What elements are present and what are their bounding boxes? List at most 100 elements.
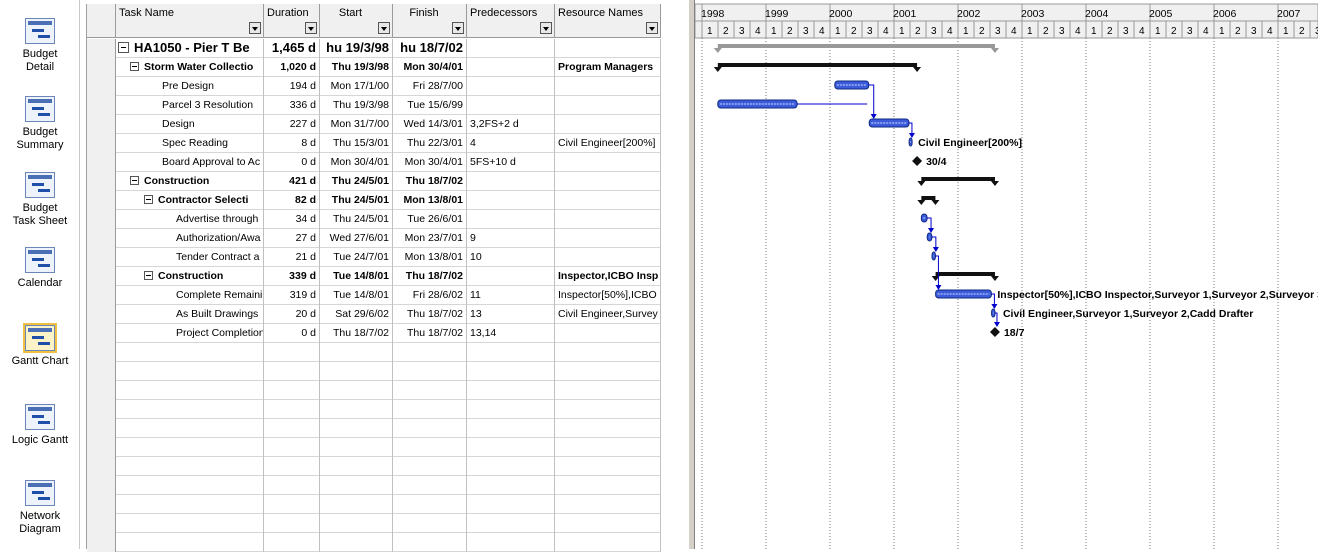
view-budget-summary[interactable]: Budget Summary [0,96,80,152]
cell-res[interactable] [555,419,661,438]
cell-duration[interactable]: 0 d [264,324,320,343]
cell-finish[interactable] [393,514,467,533]
row-id[interactable] [87,476,116,495]
cell-res[interactable] [555,438,661,457]
cell-finish[interactable] [393,457,467,476]
cell-res[interactable] [555,495,661,514]
cell-res[interactable] [555,248,661,267]
table-row[interactable]: Parcel 3 Resolution 336 d Thu 19/3/98 Tue 1… [87,96,661,115]
cell-finish[interactable]: Mon 13/8/01 [393,191,467,210]
cell-res[interactable] [555,191,661,210]
cell-start[interactable] [320,381,393,400]
cell-duration[interactable]: 8 d [264,134,320,153]
row-id[interactable] [87,514,116,533]
row-id[interactable] [87,286,116,305]
cell-duration[interactable] [264,514,320,533]
cell-start[interactable] [320,457,393,476]
cell-pred[interactable] [467,381,555,400]
cell-res[interactable] [555,514,661,533]
row-id[interactable] [87,381,116,400]
cell-duration[interactable]: 82 d [264,191,320,210]
cell-finish[interactable]: Tue 15/6/99 [393,96,467,115]
cell-duration[interactable]: 27 d [264,229,320,248]
cell-duration[interactable] [264,362,320,381]
cell-res[interactable] [555,381,661,400]
cell-finish[interactable]: Mon 23/7/01 [393,229,467,248]
cell-start[interactable] [320,419,393,438]
cell-finish[interactable]: Thu 18/7/02 [393,305,467,324]
cell-duration[interactable]: 194 d [264,77,320,96]
cell-duration[interactable] [264,381,320,400]
cell-res[interactable] [555,343,661,362]
table-row[interactable]: Design 227 d Mon 31/7/00 Wed 14/3/01 3,2FS+2… [87,115,661,134]
empty-row[interactable] [87,533,661,552]
cell-duration[interactable] [264,476,320,495]
table-row[interactable]: Board Approval to Ac 0 d Mon 30/4/01 Mon 30… [87,153,661,172]
cell-res[interactable]: Inspector[50%],ICBO [555,286,661,305]
table-row[interactable]: Project Completion 0 d Thu 18/7/02 Thu 18/7… [87,324,661,343]
cell-start[interactable]: Sat 29/6/02 [320,305,393,324]
cell-pred[interactable]: 13,14 [467,324,555,343]
row-id[interactable] [87,362,116,381]
cell-pred[interactable] [467,495,555,514]
empty-row[interactable] [87,362,661,381]
cell-finish[interactable]: Mon 13/8/01 [393,248,467,267]
cell-pred[interactable]: 13 [467,305,555,324]
table-row[interactable]: Authorization/Awa 27 d Wed 27/6/01 Mon 23/7… [87,229,661,248]
cell-name[interactable] [116,400,264,419]
cell-duration[interactable]: 319 d [264,286,320,305]
empty-row[interactable] [87,514,661,533]
cell-pred[interactable] [467,438,555,457]
row-id[interactable] [87,267,116,286]
cell-pred[interactable] [467,514,555,533]
cell-duration[interactable]: 0 d [264,153,320,172]
cell-start[interactable] [320,514,393,533]
cell-start[interactable]: Thu 24/5/01 [320,210,393,229]
cell-finish[interactable]: Tue 26/6/01 [393,210,467,229]
cell-duration[interactable] [264,400,320,419]
empty-row[interactable] [87,457,661,476]
cell-finish[interactable] [393,400,467,419]
cell-finish[interactable]: Fri 28/7/00 [393,77,467,96]
cell-pred[interactable] [467,457,555,476]
cell-pred[interactable]: 3,2FS+2 d [467,115,555,134]
row-id[interactable] [87,248,116,267]
cell-duration[interactable]: 1,465 d [264,39,320,58]
table-row[interactable]: Storm Water Collectio 1,020 d Thu 19/3/98 M… [87,58,661,77]
cell-name[interactable]: Parcel 3 Resolution [116,96,264,115]
cell-name[interactable]: Spec Reading [116,134,264,153]
cell-duration[interactable] [264,419,320,438]
row-id[interactable] [87,39,116,58]
row-id[interactable] [87,419,116,438]
column-header-resource-names[interactable]: Resource Names [555,4,661,38]
cell-name[interactable] [116,438,264,457]
cell-finish[interactable] [393,343,467,362]
cell-res[interactable] [555,96,661,115]
cell-start[interactable]: Mon 17/1/00 [320,77,393,96]
cell-res[interactable]: Program Managers [555,58,661,77]
view-budget-detail[interactable]: Budget Detail [0,18,80,74]
cell-start[interactable]: Thu 18/7/02 [320,324,393,343]
cell-duration[interactable] [264,457,320,476]
cell-start[interactable] [320,438,393,457]
cell-name[interactable] [116,343,264,362]
table-row[interactable]: As Built Drawings 20 d Sat 29/6/02 Thu 18/7… [87,305,661,324]
row-id[interactable] [87,324,116,343]
cell-duration[interactable] [264,533,320,552]
table-row[interactable]: Construction 339 d Tue 14/8/01 Thu 18/7/02 I… [87,267,661,286]
cell-start[interactable]: hu 19/3/98 [320,39,393,58]
cell-res[interactable] [555,153,661,172]
cell-pred[interactable] [467,191,555,210]
cell-pred[interactable]: 9 [467,229,555,248]
empty-row[interactable] [87,476,661,495]
cell-start[interactable]: Tue 14/8/01 [320,267,393,286]
view-logic-gantt[interactable]: Logic Gantt [0,404,80,447]
row-id[interactable] [87,438,116,457]
row-id[interactable] [87,400,116,419]
cell-finish[interactable]: Thu 18/7/02 [393,267,467,286]
select-all-cell[interactable] [87,4,116,38]
cell-finish[interactable]: Mon 30/4/01 [393,153,467,172]
cell-pred[interactable]: 4 [467,134,555,153]
view-gantt-chart[interactable]: Gantt Chart [0,323,80,368]
cell-name[interactable]: Storm Water Collectio [116,58,264,77]
